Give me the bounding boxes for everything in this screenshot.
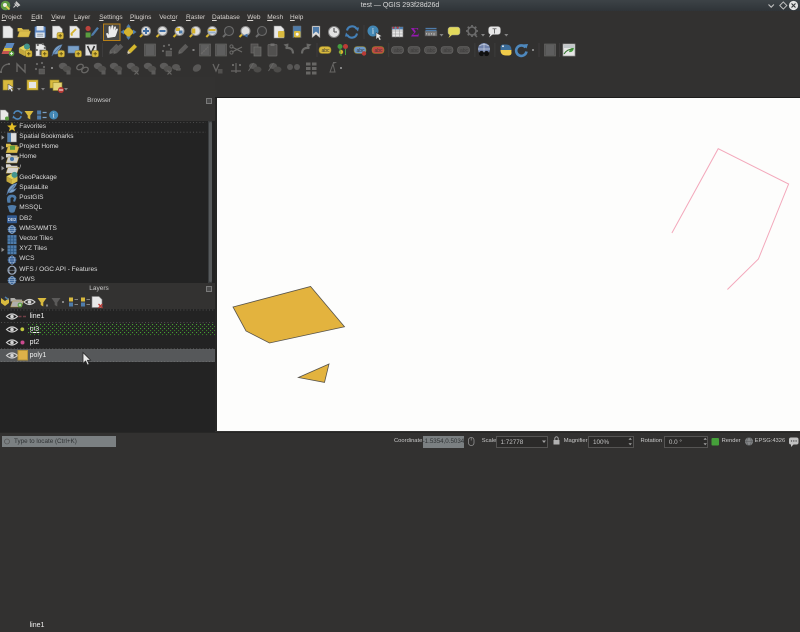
- svg-text:abc: abc: [443, 48, 452, 54]
- svg-text:abc: abc: [410, 48, 419, 54]
- svg-text:abc: abc: [460, 48, 469, 54]
- svg-text:abc: abc: [394, 48, 403, 54]
- svg-text:abc: abc: [374, 48, 383, 54]
- svg-text:i: i: [372, 27, 375, 36]
- svg-text:abc: abc: [356, 48, 365, 54]
- svg-text:abc: abc: [321, 48, 330, 54]
- svg-text:Σ: Σ: [411, 25, 420, 40]
- svg-text:T: T: [492, 28, 497, 35]
- svg-text:abc: abc: [427, 48, 436, 54]
